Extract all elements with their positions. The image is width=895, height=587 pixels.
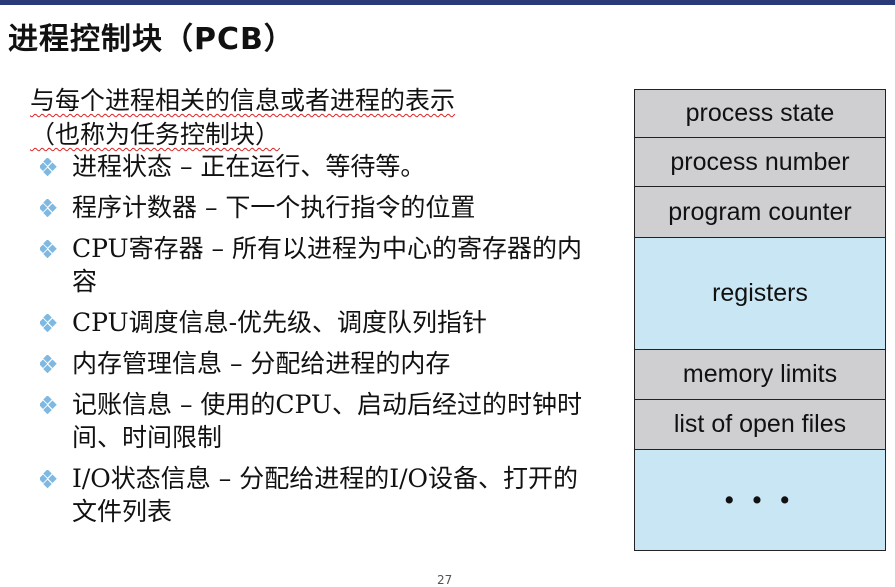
bullet-text: 程序计数器 – 下一个执行指令的位置 [72,193,476,222]
pcb-cell-registers: registers [635,238,885,350]
bullet-text: 记账信息 – 使用的CPU、启动后经过的时钟时间、时间限制 [72,390,582,452]
bullet-text: CPU寄存器 – 所有以进程为中心的寄存器的内容 [72,234,582,296]
bullet-item-io-status: I/O状态信息 – 分配给进程的I/O设备、打开的文件列表 [38,462,598,528]
intro-text: 与每个进程相关的信息或者进程的表示 （也称为任务控制块） [30,84,590,152]
slide-title: 进程控制块（PCB） [8,22,295,57]
top-accent-bar [0,0,895,5]
bullet-item-cpu-scheduling: CPU调度信息-优先级、调度队列指针 [38,306,598,339]
diamond-bullet-icon [40,199,57,217]
bullet-item-program-counter: 程序计数器 – 下一个执行指令的位置 [38,191,598,224]
pcb-diagram: process state process number program cou… [634,89,886,551]
bullet-text: 内存管理信息 – 分配给进程的内存 [72,349,451,378]
pcb-cell-process-state: process state [635,90,885,138]
bullet-text: CPU调度信息-优先级、调度队列指针 [72,308,488,337]
diamond-bullet-icon [40,158,57,176]
pcb-cell-memory-limits: memory limits [635,350,885,400]
pcb-cell-ellipsis: • • • [635,450,885,551]
bullet-item-accounting: 记账信息 – 使用的CPU、启动后经过的时钟时间、时间限制 [38,388,598,454]
bullet-text: I/O状态信息 – 分配给进程的I/O设备、打开的文件列表 [72,464,578,526]
bullet-list: 进程状态 – 正在运行、等待等。 程序计数器 – 下一个执行指令的位置 CPU寄… [38,150,598,536]
diamond-bullet-icon [40,314,57,332]
pcb-cell-open-files: list of open files [635,400,885,450]
bullet-item-process-state: 进程状态 – 正在运行、等待等。 [38,150,598,183]
diamond-bullet-icon [40,396,57,414]
page-number: 27 [437,573,453,587]
diamond-bullet-icon [40,355,57,373]
pcb-cell-program-counter: program counter [635,187,885,238]
bullet-item-memory-management: 内存管理信息 – 分配给进程的内存 [38,347,598,380]
diamond-bullet-icon [40,240,57,258]
intro-line-2: （也称为任务控制块） [30,120,281,149]
diamond-bullet-icon [40,470,57,488]
pcb-cell-process-number: process number [635,138,885,187]
bullet-text: 进程状态 – 正在运行、等待等。 [72,152,426,181]
bullet-item-cpu-registers: CPU寄存器 – 所有以进程为中心的寄存器的内容 [38,232,598,298]
intro-line-1: 与每个进程相关的信息或者进程的表示 [30,86,456,115]
